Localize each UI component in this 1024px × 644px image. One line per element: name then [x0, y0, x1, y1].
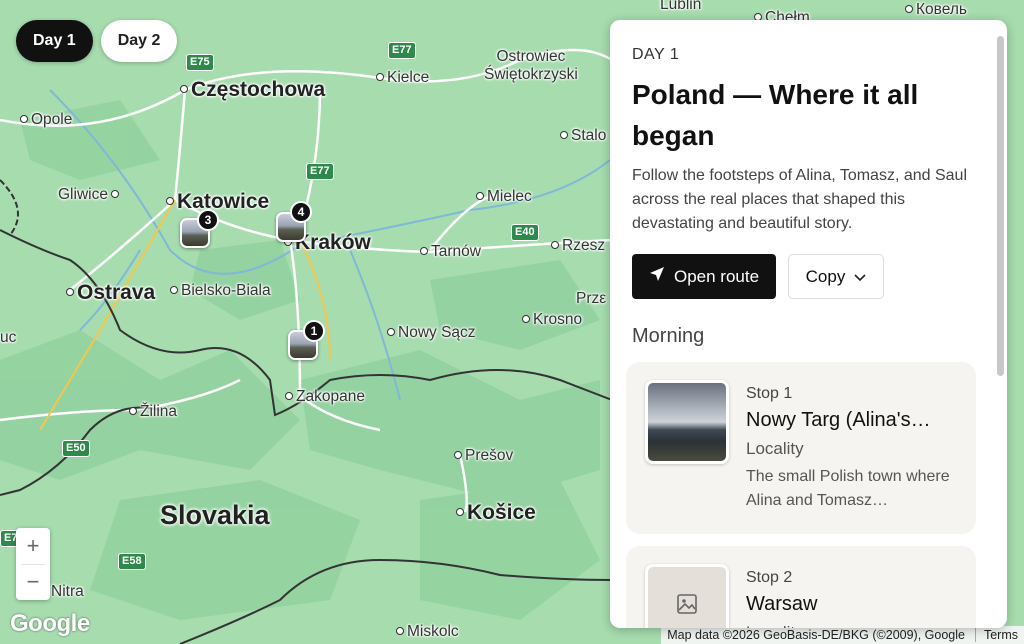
day-tabs: Day 1 Day 2: [16, 20, 178, 62]
city-label: Nowy Sącz: [387, 325, 476, 341]
stop-number: Stop 1: [746, 385, 793, 402]
city-label: Ковель: [905, 2, 967, 18]
city-label: Krosno: [522, 312, 582, 328]
page-title: Poland — Where it all began: [632, 79, 919, 151]
city-label: Częstochowa: [180, 79, 325, 100]
zoom-out-button[interactable]: −: [16, 565, 50, 601]
pin-badge: 1: [303, 320, 325, 342]
city-label: Lublin: [660, 0, 702, 13]
open-route-label: Open route: [673, 266, 760, 286]
attribution-text: Map data ©2026 GeoBasis-DE/BKG (©2009), …: [667, 628, 965, 642]
highway-shield: E50: [62, 440, 90, 457]
city-label: Miskolc: [396, 624, 459, 640]
highway-shield: E75: [186, 54, 214, 71]
stop-name: Nowy Targ (Alina's…: [746, 409, 931, 431]
zoom-in-button[interactable]: +: [16, 528, 50, 564]
highway-shield: E40: [511, 224, 539, 241]
stop-card[interactable]: Stop 2 Warsaw Locality: [626, 546, 976, 628]
city-label: uc: [0, 329, 17, 346]
zoom-control: + −: [16, 528, 50, 600]
pin-badge: 4: [290, 201, 312, 223]
city-label: Zakopane: [285, 389, 365, 405]
stop-description: The small Polish town where Alina and To…: [746, 468, 950, 509]
description: Follow the footsteps of Alina, Tomasz, a…: [632, 167, 968, 232]
open-route-button[interactable]: Open route: [632, 254, 776, 299]
tab-day-2[interactable]: Day 2: [100, 20, 178, 62]
copy-button[interactable]: Copy: [788, 254, 884, 299]
city-label: Prešov: [454, 448, 513, 464]
map-attribution: Map data ©2026 GeoBasis-DE/BKG (©2009), …: [661, 626, 1024, 644]
city-label: Gliwice: [58, 187, 122, 203]
city-label: Opole: [20, 112, 72, 128]
highway-shield: E58: [118, 553, 146, 570]
highway-shield: E77: [306, 163, 334, 180]
stop-photo-placeholder: [645, 564, 729, 628]
google-logo: Google: [10, 610, 90, 637]
stop-card[interactable]: Stop 1 Nowy Targ (Alina's… Locality The …: [626, 362, 976, 534]
city-label: Katowice: [166, 191, 269, 212]
stop-name: Warsaw: [746, 593, 818, 615]
pin-badge: 3: [197, 209, 219, 231]
day-label: DAY 1: [632, 46, 680, 63]
stop-photo: [645, 380, 729, 464]
city-label: Tarnów: [420, 244, 481, 260]
city-label: Mielec: [476, 189, 532, 205]
stop-number: Stop 2: [746, 569, 793, 586]
city-label: Ostrowiec Świętokrzyski: [484, 48, 578, 83]
country-label: Slovakia: [160, 500, 270, 530]
stop-type: Locality: [746, 623, 804, 628]
image-icon: [676, 593, 698, 620]
city-label: Košice: [456, 502, 536, 523]
section-heading: Morning: [632, 325, 705, 347]
city-label: Bielsko-Biala: [170, 283, 271, 299]
city-label: Kielce: [376, 70, 429, 86]
itinerary-panel[interactable]: DAY 1 Poland — Where it all began Follow…: [610, 20, 1007, 628]
city-label: Stalo: [560, 128, 606, 144]
scrollbar[interactable]: [997, 36, 1004, 376]
city-label: Ostrava: [66, 282, 155, 303]
city-label: Rzesz: [551, 238, 605, 254]
copy-label: Copy: [805, 266, 846, 286]
stop-type: Locality: [746, 439, 804, 458]
navigation-arrow-icon: [649, 266, 665, 287]
city-label: Przε: [576, 290, 607, 307]
tab-day-1[interactable]: Day 1: [16, 20, 93, 62]
chevron-down-icon: [854, 267, 866, 287]
terms-link[interactable]: Terms: [974, 628, 1018, 642]
highway-shield: E77: [388, 42, 416, 59]
city-label: Žilina: [129, 404, 177, 420]
